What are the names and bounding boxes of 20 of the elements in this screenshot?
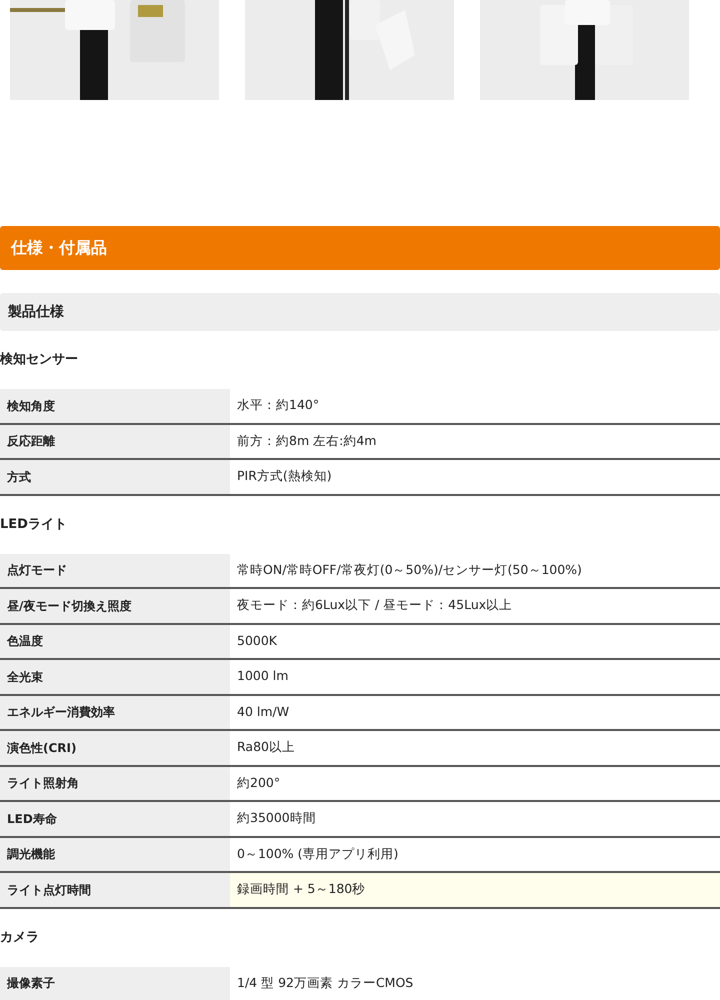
section-heading: カメラ [0,928,39,947]
subsection-header: 製品仕様 [0,293,720,331]
section-heading: 検知センサー [0,351,78,370]
spec-value: 録画時間 + 5～180秒 [230,873,720,906]
spec-label: 昼/夜モード切換え照度 [0,589,230,622]
spec-label: 全光束 [0,660,230,694]
spec-label: 点灯モード [0,554,230,587]
spec-label: LED寿命 [0,802,230,836]
spec-label: 反応距離 [0,424,230,458]
spec-label: 調光機能 [0,838,230,871]
spec-label: ライト点灯時間 [0,873,230,906]
section-heading: LEDライト [0,516,67,534]
spec-label: 色温度 [0,624,230,658]
spec-label: ライト照射角 [0,766,230,800]
section-banner: 仕様・付属品 [0,226,720,270]
spec-label: エネルギー消費効率 [0,696,230,729]
spec-label: 演色性(CRI) [0,731,230,764]
spec-label: 方式 [0,460,230,494]
spec-label: 検知角度 [0,389,230,422]
spec-label: 撮像素子 [0,966,230,1000]
